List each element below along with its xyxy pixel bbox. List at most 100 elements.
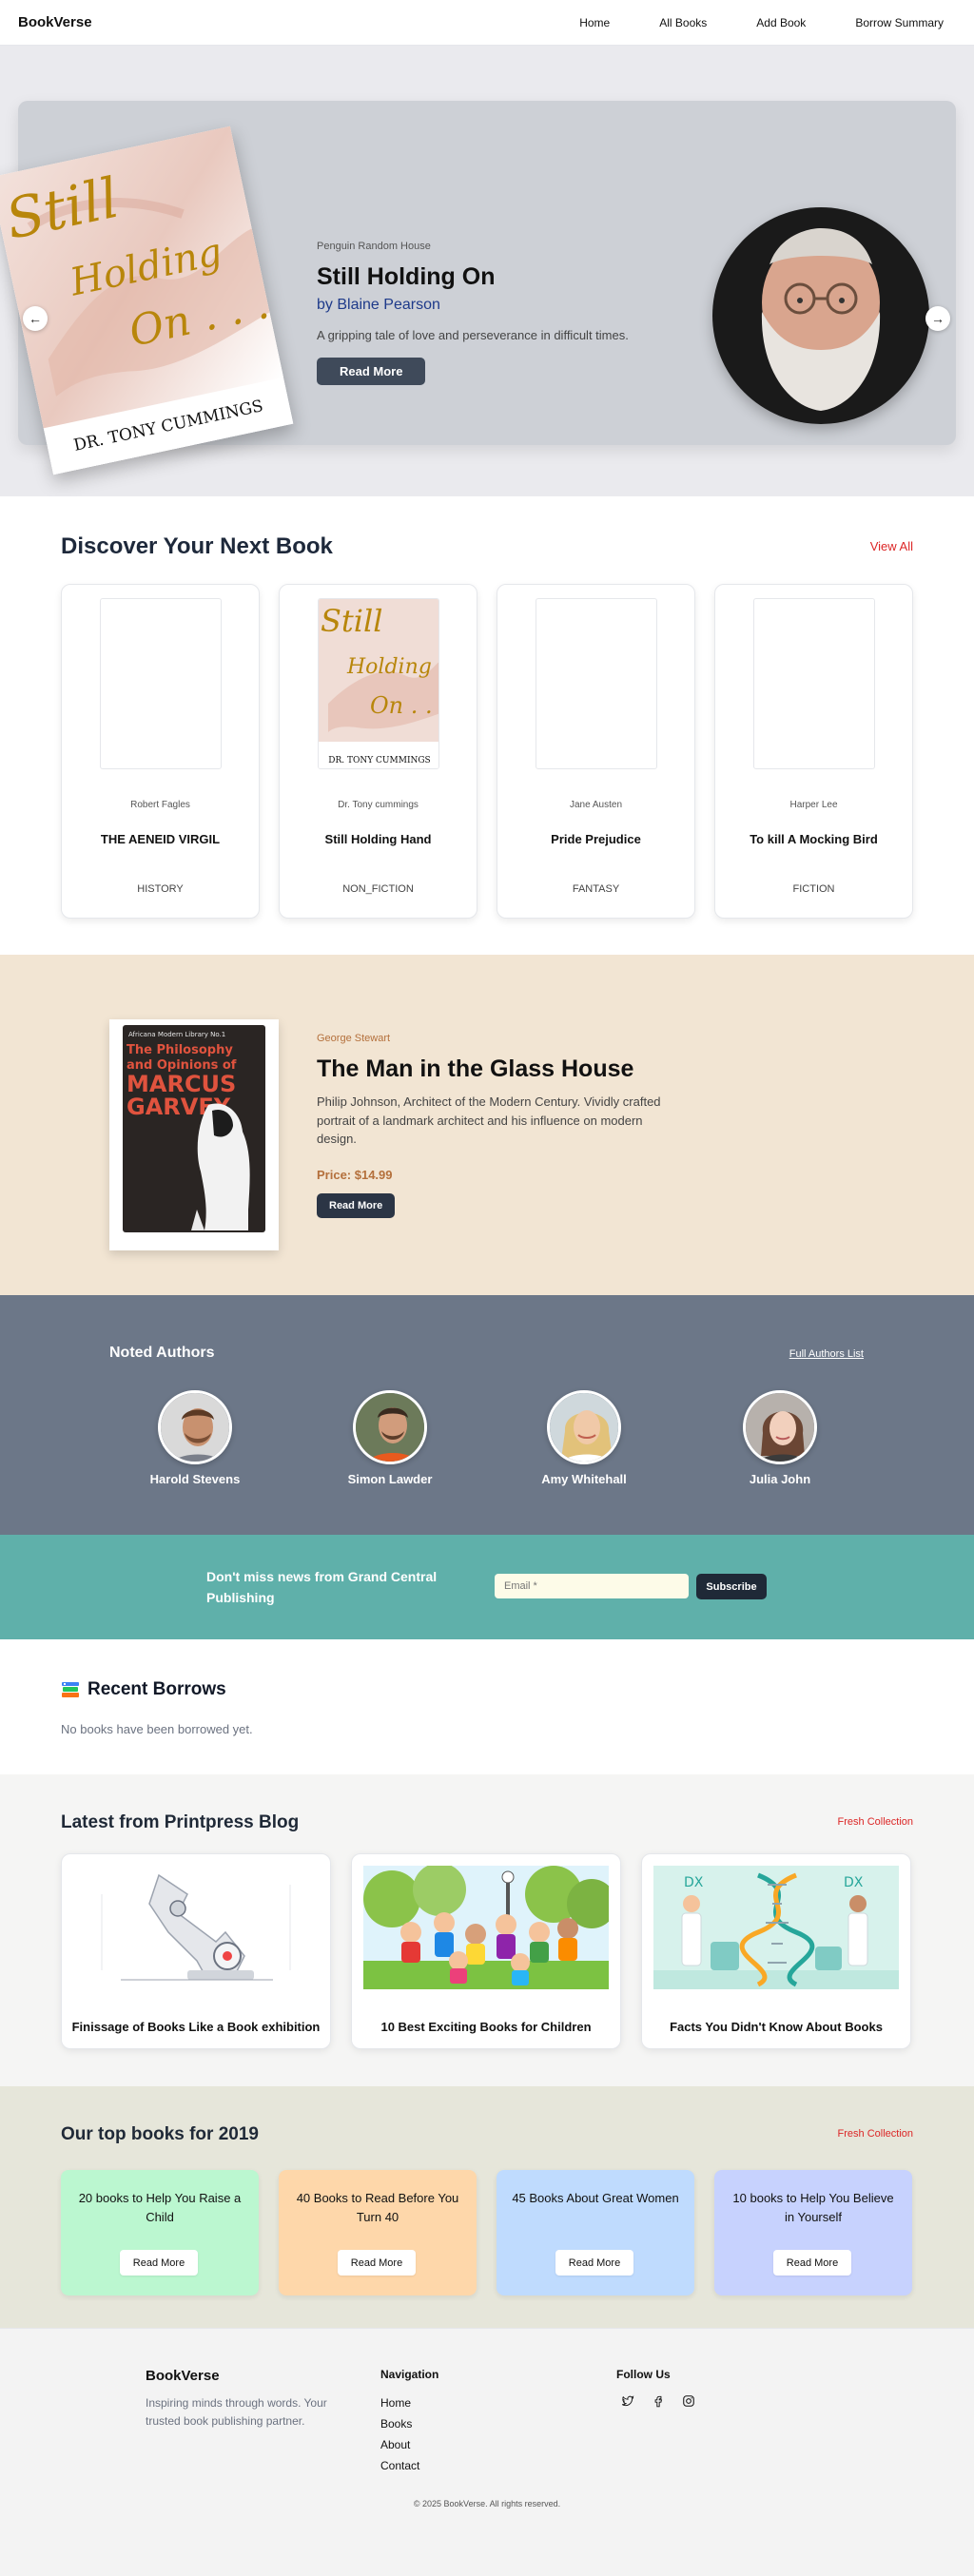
author-name: Julia John	[749, 1472, 811, 1486]
carousel-next-button[interactable]: →	[925, 306, 950, 331]
view-all-link[interactable]: View All	[870, 539, 913, 553]
twitter-icon[interactable]	[621, 2394, 634, 2408]
author-name: Harold Stevens	[149, 1472, 241, 1486]
brand-logo[interactable]: BookVerse	[18, 14, 92, 30]
svg-text:Africana Modern Library No.1: Africana Modern Library No.1	[128, 1031, 225, 1038]
book-author: Harper Lee	[789, 800, 838, 810]
blog-card-list: Finissage of Books Like a Book exhibitio…	[61, 1853, 911, 2049]
author-avatar	[547, 1390, 621, 1464]
blog-image-dna-lab: DX DX	[653, 1866, 899, 1989]
featured-read-more-button[interactable]: Read More	[317, 1192, 396, 1218]
featured-description: Philip Johnson, Architect of the Modern …	[317, 1094, 661, 1146]
book-genre: NON_FICTION	[342, 883, 414, 895]
book-cover-placeholder	[536, 598, 657, 769]
blog-section: Latest from Printpress Blog Fresh Collec…	[0, 1774, 974, 2086]
blog-post-title: Finissage of Books Like a Book exhibitio…	[71, 2020, 321, 2034]
hero-carousel: Still Holding On . . . DR. TONY CUMMINGS…	[0, 46, 974, 496]
book-card-list: Robert Fagles THE AENEID VIRGIL HISTORY …	[61, 584, 913, 919]
blog-card[interactable]: DX DX Facts You Didn't Know About Books	[641, 1853, 911, 2049]
top-book-read-more-button[interactable]: Read More	[555, 2250, 633, 2276]
blog-post-title: Facts You Didn't Know About Books	[670, 2020, 883, 2034]
book-title: Pride Prejudice	[551, 832, 641, 846]
book-genre: FICTION	[792, 883, 835, 895]
blog-card[interactable]: Finissage of Books Like a Book exhibitio…	[61, 1853, 331, 2049]
nav-link-home[interactable]: Home	[579, 16, 610, 29]
nav-link-all-books[interactable]: All Books	[659, 16, 707, 29]
author-card[interactable]: Julia John	[713, 1390, 847, 1486]
book-cover-placeholder	[753, 598, 875, 769]
blog-fresh-collection-link[interactable]: Fresh Collection	[838, 1816, 913, 1828]
blog-post-title: 10 Best Exciting Books for Children	[380, 2020, 592, 2034]
nav-link-borrow-summary[interactable]: Borrow Summary	[855, 16, 944, 29]
hero-read-more-button[interactable]: Read More	[317, 358, 426, 385]
discover-section: Discover Your Next Book View All Robert …	[0, 496, 974, 955]
footer-link-books[interactable]: Books	[380, 2413, 419, 2434]
blog-card[interactable]: 10 Best Exciting Books for Children	[351, 1853, 621, 2049]
book-card[interactable]: Robert Fagles THE AENEID VIRGIL HISTORY	[61, 584, 260, 919]
site-footer: BookVerse Inspiring minds through words.…	[0, 2328, 974, 2576]
book-card[interactable]: Still Holding On . . . DR. TONY CUMMINGS…	[279, 584, 477, 919]
top-book-read-more-button[interactable]: Read More	[120, 2250, 198, 2276]
book-author: Dr. Tony cummings	[338, 800, 419, 810]
featured-book-section: Africana Modern Library No.1 The Philoso…	[0, 955, 974, 1295]
top-books-title: Our top books for 2019	[61, 2124, 259, 2144]
footer-link-contact[interactable]: Contact	[380, 2455, 419, 2476]
footer-nav: Home Books About Contact	[380, 2392, 419, 2476]
hero-publisher: Penguin Random House	[317, 241, 431, 252]
author-name: Simon Lawder	[347, 1472, 433, 1486]
facebook-icon[interactable]	[652, 2394, 665, 2408]
subscribe-button[interactable]: Subscribe	[696, 1574, 767, 1599]
svg-text:On . . .: On . . .	[370, 692, 439, 719]
recent-borrows-title: Recent Borrows	[88, 1679, 226, 1699]
newsletter-section: Don't miss news from Grand Central Publi…	[0, 1535, 974, 1639]
book-cover: Still Holding On . . . DR. TONY CUMMINGS	[318, 598, 439, 769]
top-book-title: 20 books to Help You Raise a Child	[78, 2191, 242, 2224]
svg-text:DX: DX	[844, 1875, 864, 1890]
author-name: Amy Whitehall	[541, 1472, 627, 1486]
top-book-read-more-button[interactable]: Read More	[338, 2250, 416, 2276]
discover-title: Discover Your Next Book	[61, 533, 333, 559]
svg-text:DX: DX	[684, 1875, 704, 1890]
book-author: Robert Fagles	[130, 800, 190, 810]
author-card[interactable]: Simon Lawder	[323, 1390, 457, 1486]
full-authors-list-link[interactable]: Full Authors List	[789, 1348, 864, 1360]
blog-image-children	[363, 1866, 609, 1989]
author-avatar	[158, 1390, 232, 1464]
copyright-text: © 2025 BookVerse. All rights reserved.	[413, 2499, 561, 2508]
top-books-section: Our top books for 2019 Fresh Collection …	[0, 2086, 974, 2328]
email-input[interactable]	[495, 1574, 689, 1598]
top-book-card: 20 books to Help You Raise a Child Read …	[61, 2170, 259, 2295]
author-card[interactable]: Amy Whitehall	[517, 1390, 651, 1486]
footer-link-home[interactable]: Home	[380, 2392, 419, 2413]
hero-title: Still Holding On	[317, 263, 496, 290]
recent-borrows-section: Recent Borrows No books have been borrow…	[0, 1639, 974, 1774]
top-books-fresh-collection-link[interactable]: Fresh Collection	[838, 2128, 913, 2140]
hero-description: A gripping tale of love and perseverance…	[317, 328, 629, 342]
instagram-icon[interactable]	[682, 2394, 695, 2408]
carousel-prev-button[interactable]: ←	[23, 306, 48, 331]
book-card[interactable]: Jane Austen Pride Prejudice FANTASY	[497, 584, 695, 919]
svg-text:Holding: Holding	[346, 655, 432, 679]
hero-author-photo	[712, 207, 929, 424]
recent-borrows-heading: Recent Borrows	[61, 1679, 226, 1700]
footer-brand: BookVerse	[146, 2368, 220, 2384]
footer-link-about[interactable]: About	[380, 2434, 419, 2455]
books-icon	[61, 1681, 80, 1698]
social-links	[621, 2394, 695, 2408]
top-book-title: 10 books to Help You Believe in Yourself	[732, 2191, 894, 2224]
book-card[interactable]: Harper Lee To kill A Mocking Bird FICTIO…	[714, 584, 913, 919]
svg-text:The Philosophy: The Philosophy	[127, 1043, 233, 1057]
footer-tagline: Inspiring minds through words. Your trus…	[146, 2396, 327, 2429]
featured-book-cover: Africana Modern Library No.1 The Philoso…	[109, 1019, 279, 1250]
book-title: To kill A Mocking Bird	[750, 832, 878, 846]
author-avatar	[353, 1390, 427, 1464]
nav-link-add-book[interactable]: Add Book	[756, 16, 806, 29]
top-book-title: 45 Books About Great Women	[512, 2191, 679, 2205]
top-book-title: 40 Books to Read Before You Turn 40	[296, 2191, 459, 2224]
featured-price: Price: $14.99	[317, 1167, 393, 1182]
hero-author[interactable]: by Blaine Pearson	[317, 297, 659, 314]
top-book-read-more-button[interactable]: Read More	[773, 2250, 851, 2276]
nav-links: Home All Books Add Book Borrow Summary	[530, 16, 944, 29]
featured-title: The Man in the Glass House	[317, 1056, 634, 1082]
author-card[interactable]: Harold Stevens	[128, 1390, 262, 1486]
